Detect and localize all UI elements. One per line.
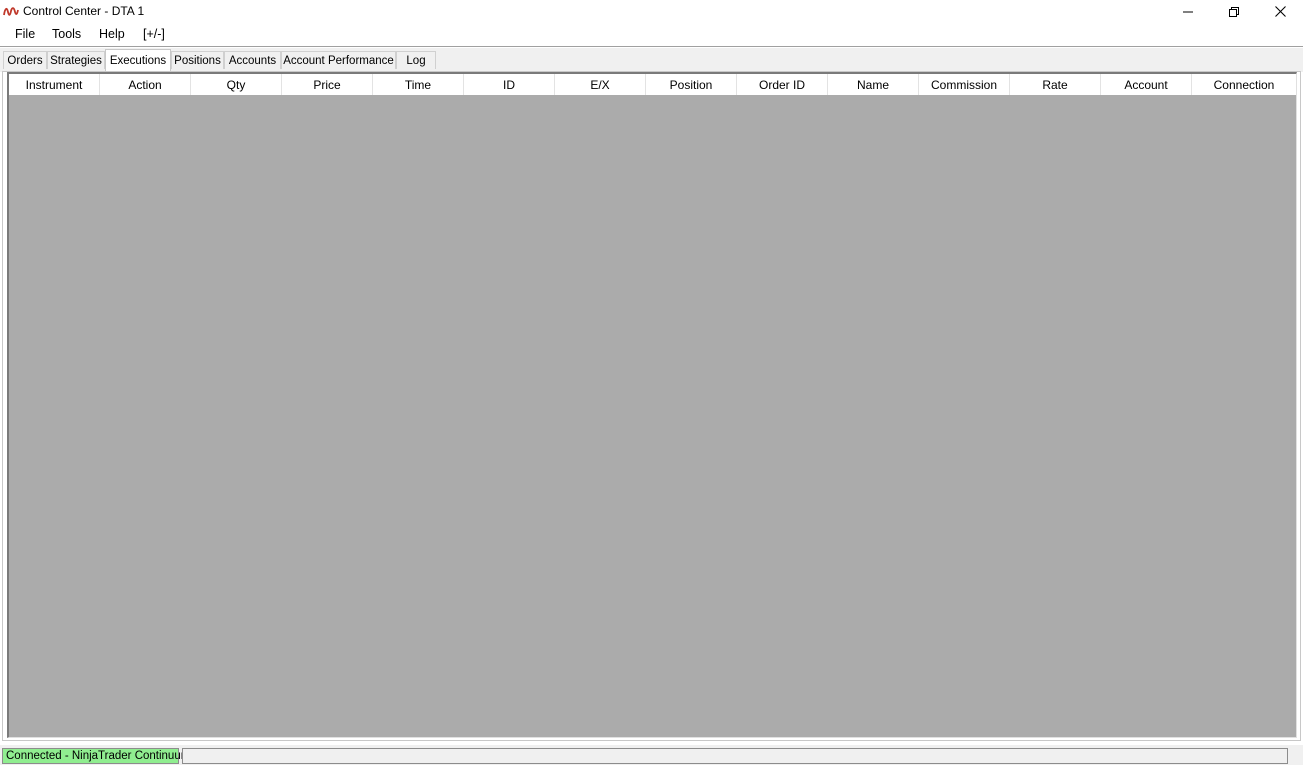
column-header-position[interactable]: Position xyxy=(646,74,737,95)
tab-executions[interactable]: Executions xyxy=(105,49,171,71)
tab-strip: Orders Strategies Executions Positions A… xyxy=(0,48,1303,72)
minimize-button[interactable] xyxy=(1165,0,1211,23)
column-header-name[interactable]: Name xyxy=(828,74,919,95)
column-header-connection[interactable]: Connection xyxy=(1192,74,1296,95)
column-header-instrument[interactable]: Instrument xyxy=(9,74,100,95)
executions-grid[interactable]: Instrument Action Qty Price Time ID E/X … xyxy=(7,72,1297,738)
tab-strategies[interactable]: Strategies xyxy=(47,51,105,69)
menu-file[interactable]: File xyxy=(15,27,35,41)
column-header-qty[interactable]: Qty xyxy=(191,74,282,95)
restore-icon xyxy=(1229,6,1239,17)
column-header-commission[interactable]: Commission xyxy=(919,74,1010,95)
status-bar: Connected - NinjaTrader Continuum xyxy=(0,745,1303,765)
column-header-action[interactable]: Action xyxy=(100,74,191,95)
window-title: Control Center - DTA 1 xyxy=(23,4,145,18)
menu-help[interactable]: Help xyxy=(99,27,125,41)
menu-bar: File Tools Help [+/-] xyxy=(0,23,1303,46)
column-header-order-id[interactable]: Order ID xyxy=(737,74,828,95)
tab-positions[interactable]: Positions xyxy=(171,51,224,69)
column-header-account[interactable]: Account xyxy=(1101,74,1192,95)
grid-header-row: Instrument Action Qty Price Time ID E/X … xyxy=(9,74,1296,95)
minimize-icon xyxy=(1183,7,1193,17)
restore-button[interactable] xyxy=(1211,0,1257,23)
menu-tools[interactable]: Tools xyxy=(52,27,81,41)
tab-account-performance[interactable]: Account Performance xyxy=(281,51,396,69)
ninjatrader-logo-icon xyxy=(3,4,19,20)
title-bar[interactable]: Control Center - DTA 1 xyxy=(0,0,1303,23)
tab-orders[interactable]: Orders xyxy=(3,51,47,69)
tab-accounts[interactable]: Accounts xyxy=(224,51,281,69)
status-secondary-panel xyxy=(182,748,1288,764)
column-header-ex[interactable]: E/X xyxy=(555,74,646,95)
column-header-rate[interactable]: Rate xyxy=(1010,74,1101,95)
tab-log[interactable]: Log xyxy=(396,51,436,69)
menu-toggle[interactable]: [+/-] xyxy=(143,27,165,41)
control-center-window: Control Center - DTA 1 File Tools Help [… xyxy=(0,0,1303,765)
column-header-id[interactable]: ID xyxy=(464,74,555,95)
column-header-time[interactable]: Time xyxy=(373,74,464,95)
close-icon xyxy=(1274,6,1286,17)
connection-status: Connected - NinjaTrader Continuum xyxy=(2,748,190,764)
close-button[interactable] xyxy=(1257,0,1303,23)
column-header-price[interactable]: Price xyxy=(282,74,373,95)
